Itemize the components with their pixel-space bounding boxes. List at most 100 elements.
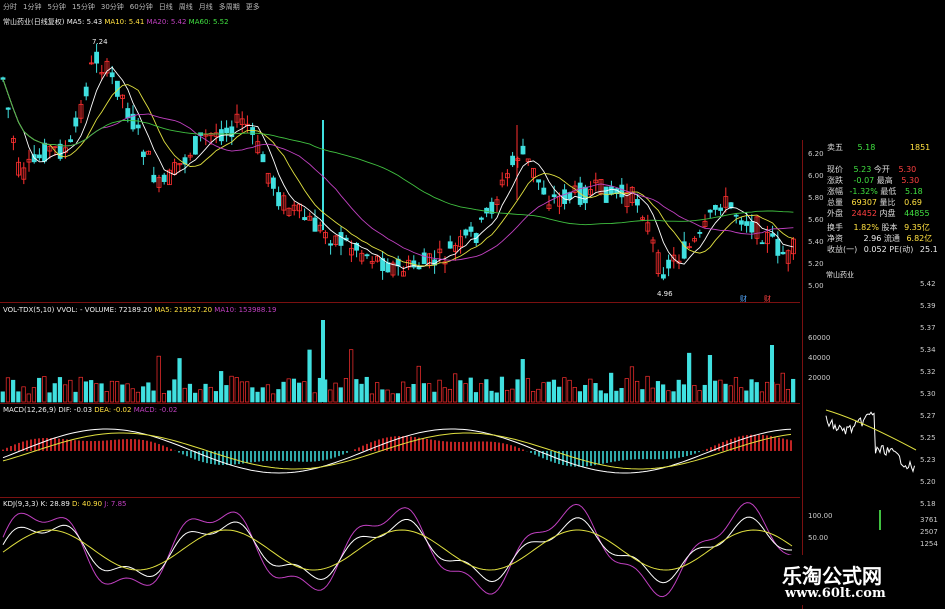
- high-price-label: 7.24: [92, 38, 108, 46]
- volume-bar: [68, 379, 73, 403]
- volume-bar: [687, 352, 692, 403]
- volume-bar: [437, 379, 442, 403]
- volume-bar: [89, 380, 94, 403]
- macd-dif: DIF: -0.03: [58, 406, 93, 414]
- kdj-header: KDJ(9,3,3) K: 28.89 D: 40.90 J: 7.85: [3, 500, 127, 508]
- volume-bar: [505, 389, 510, 403]
- volume-bar: [286, 378, 291, 403]
- kdj-k-line: [2, 516, 792, 584]
- volume-bar: [468, 377, 473, 403]
- volume-bar: [193, 392, 198, 403]
- chart-canvas[interactable]: [0, 0, 945, 609]
- kdj-j-line: [2, 502, 793, 598]
- volume-bar: [52, 383, 57, 403]
- volume-bar: [250, 387, 255, 403]
- mini-tick: 5.42: [920, 280, 936, 288]
- watermark-title: 乐淘公式网: [782, 564, 882, 588]
- candle-body: [468, 226, 474, 232]
- candle-body: [328, 243, 334, 246]
- volume-bar: [583, 384, 588, 403]
- volume-bar: [109, 380, 115, 403]
- kdj-j: J: 7.85: [104, 500, 127, 508]
- volume-bar: [458, 380, 463, 403]
- volume-bar: [198, 389, 203, 403]
- volume-bar: [104, 391, 109, 403]
- volume-bar: [260, 387, 265, 403]
- volume-bar: [172, 379, 177, 403]
- volume-bar: [676, 379, 681, 403]
- volume-bar: [245, 381, 250, 403]
- volume-bar: [255, 391, 260, 403]
- volume-bar: [276, 389, 281, 403]
- volume-bar: [291, 378, 297, 403]
- volume-bar: [525, 378, 531, 403]
- volume-bar: [63, 384, 68, 403]
- volume-bar: [213, 391, 219, 403]
- candle-body: [447, 241, 453, 249]
- candle-body: [666, 259, 671, 269]
- volume-bar: [177, 358, 182, 403]
- candle-body: [270, 177, 276, 189]
- volume-bar: [239, 381, 245, 403]
- volume-bar: [609, 372, 614, 403]
- candle-body: [73, 117, 79, 127]
- candle-body: [151, 174, 157, 183]
- intraday-avg-line: [825, 409, 917, 451]
- volume-bar: [707, 354, 713, 403]
- quote-row: 涨跌 -0.07 最高 5.30: [827, 176, 920, 185]
- volume-bar: [161, 393, 167, 403]
- candle-body: [224, 127, 230, 134]
- volume-bar: [219, 371, 224, 403]
- volume-bar: [115, 381, 120, 403]
- volume-bar: [328, 389, 333, 403]
- mini-tick: 5.25: [920, 434, 936, 442]
- volume-bar: [427, 383, 432, 403]
- volume-bar: [135, 391, 141, 403]
- quote-row: 换手 1.82% 股本 9.35亿: [827, 223, 930, 232]
- volume-bar: [5, 377, 11, 403]
- candle-body: [541, 187, 547, 195]
- volume-bar: [593, 383, 598, 403]
- volume-ma5: MA5: 219527.20: [154, 306, 213, 314]
- kdj-d: D: 40.90: [72, 500, 103, 508]
- moving-average-lines: [2, 66, 794, 270]
- volume-bar: [120, 384, 125, 403]
- event-marker[interactable]: 财: [764, 294, 771, 304]
- candle-body: [260, 154, 266, 163]
- volume-bar: [385, 389, 390, 403]
- candle-body: [759, 242, 765, 245]
- volume-bar: [770, 345, 774, 402]
- ma-line: [2, 66, 794, 270]
- volume-bar: [744, 390, 749, 403]
- volume-bar: [650, 387, 655, 403]
- volume-bar: [697, 390, 702, 403]
- event-marker[interactable]: 财: [740, 294, 747, 304]
- volume-bar: [572, 387, 577, 403]
- volume-bar: [94, 383, 99, 403]
- mini-tick: 5.30: [920, 390, 936, 398]
- volume-bars: [0, 320, 796, 403]
- candle-body: [739, 220, 744, 225]
- volume-bar: [655, 381, 661, 403]
- candle-body: [583, 186, 588, 204]
- candle-body: [478, 217, 484, 220]
- volume-bar: [369, 393, 375, 403]
- volume-bar: [577, 391, 583, 403]
- panel-divider: [0, 403, 800, 404]
- volume-tick: 40000: [808, 354, 831, 362]
- volume-bar: [224, 385, 229, 403]
- volume-bar: [421, 383, 427, 403]
- candle-body: [94, 51, 99, 64]
- volume-bar: [390, 393, 395, 403]
- volume-bar: [531, 391, 536, 403]
- candle-body: [140, 151, 146, 158]
- candle-body: [192, 136, 198, 155]
- candle-body: [562, 189, 567, 204]
- macd-dif-line: [2, 428, 792, 474]
- mini-tick: 5.39: [920, 302, 936, 310]
- mini-tick: 5.20: [920, 478, 936, 486]
- quote-row: 收益(一) 0.052 PE(动) 25.1: [827, 245, 938, 254]
- candle-body: [733, 214, 739, 217]
- volume-bar: [333, 382, 338, 403]
- volume-bar: [406, 387, 411, 403]
